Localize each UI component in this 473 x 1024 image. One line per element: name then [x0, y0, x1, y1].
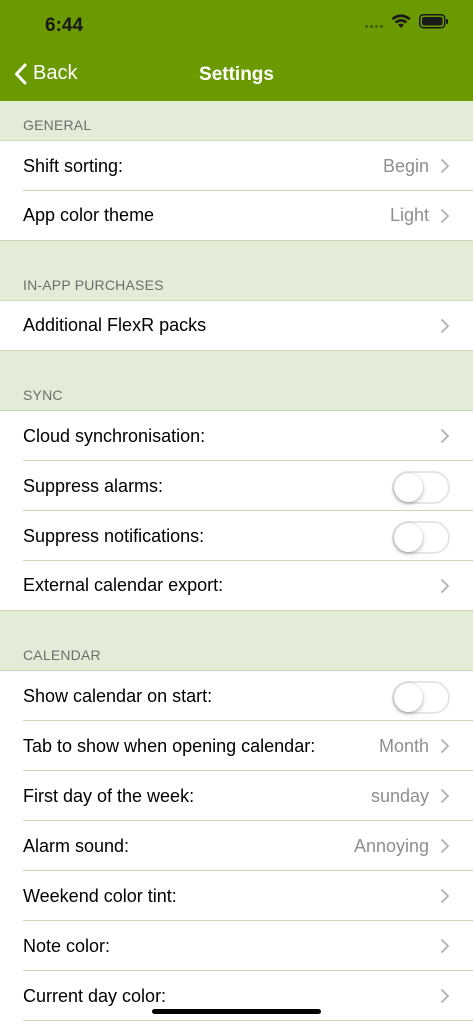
external-calendar-export-label: External calendar export: — [23, 575, 224, 595]
shift-sorting-label: Shift sorting: — [23, 155, 124, 176]
chevron-right-icon — [441, 579, 449, 593]
battery-icon — [419, 14, 448, 29]
additional-flexr-packs-label: Additional FlexR packs — [23, 315, 207, 335]
chevron-right-icon — [441, 739, 449, 753]
section-header-sync: SYNC — [0, 351, 473, 411]
suppress-alarms-label: Suppress alarms: — [23, 475, 164, 496]
note-color-row[interactable]: Note color: — [0, 921, 473, 971]
section-header-general: GENERAL — [0, 101, 473, 141]
chevron-right-icon — [441, 989, 449, 1003]
toggle-knob — [394, 473, 423, 502]
tab-on-open-label: Tab to show when opening calendar: — [23, 735, 316, 756]
signal-icon — [365, 16, 383, 28]
toggle-knob — [394, 683, 423, 712]
weekend-color-tint-label: Weekend color tint: — [23, 885, 177, 906]
current-day-color-label: Current day color: — [23, 985, 167, 1006]
chevron-right-icon — [441, 939, 449, 953]
section-header-calendar: CALENDAR — [0, 611, 473, 671]
shift-sorting-row[interactable]: Shift sorting: Begin — [0, 141, 473, 191]
suppress-alarms-toggle[interactable] — [392, 471, 450, 504]
additional-flexr-packs-row[interactable]: Additional FlexR packs — [0, 301, 473, 351]
external-calendar-export-row[interactable]: External calendar export: — [0, 561, 473, 611]
chevron-right-icon — [441, 789, 449, 803]
cloud-sync-label: Cloud synchronisation: — [23, 425, 206, 446]
first-day-of-week-value: sunday — [370, 785, 429, 806]
tab-on-open-value: Month — [378, 735, 429, 756]
alarm-sound-label: Alarm sound: — [23, 835, 130, 856]
first-day-of-week-row[interactable]: First day of the week: sunday — [0, 771, 473, 821]
app-color-theme-value: Light — [389, 205, 429, 225]
status-icons — [365, 14, 449, 29]
show-calendar-on-start-toggle[interactable] — [392, 681, 450, 714]
app-color-theme-row[interactable]: App color theme Light — [0, 191, 473, 241]
settings-list: GENERAL Shift sorting: Begin App color t… — [0, 101, 473, 1021]
navigation-header: 6:44 Back Settings — [0, 0, 473, 101]
app-color-theme-label: App color theme — [23, 205, 155, 225]
chevron-right-icon — [441, 159, 449, 173]
cloud-sync-row[interactable]: Cloud synchronisation: — [0, 411, 473, 461]
first-day-of-week-label: First day of the week: — [23, 785, 195, 806]
status-time: 6:44 — [45, 15, 84, 36]
chevron-right-icon — [441, 209, 449, 223]
toggle-knob — [394, 523, 423, 552]
chevron-right-icon — [441, 889, 449, 903]
suppress-notifications-row: Suppress notifications: — [0, 511, 473, 561]
section-header-in-app-purchases: IN-APP PURCHASES — [0, 241, 473, 301]
chevron-right-icon — [441, 429, 449, 443]
suppress-alarms-row: Suppress alarms: — [0, 461, 473, 511]
suppress-notifications-toggle[interactable] — [392, 521, 450, 554]
chevron-right-icon — [441, 839, 449, 853]
page-title: Settings — [199, 64, 274, 85]
show-calendar-on-start-row: Show calendar on start: — [0, 671, 473, 721]
alarm-sound-value: Annoying — [353, 835, 429, 856]
shift-sorting-value: Begin — [382, 155, 429, 176]
chevron-right-icon — [441, 319, 449, 333]
suppress-notifications-label: Suppress notifications: — [23, 525, 205, 546]
note-color-label: Note color: — [23, 935, 111, 956]
tab-on-open-row[interactable]: Tab to show when opening calendar: Month — [0, 721, 473, 771]
home-indicator[interactable] — [152, 1009, 321, 1014]
show-calendar-on-start-label: Show calendar on start: — [23, 685, 213, 706]
weekend-color-tint-row[interactable]: Weekend color tint: — [0, 871, 473, 921]
alarm-sound-row[interactable]: Alarm sound: Annoying — [0, 821, 473, 871]
wifi-icon — [391, 14, 411, 28]
